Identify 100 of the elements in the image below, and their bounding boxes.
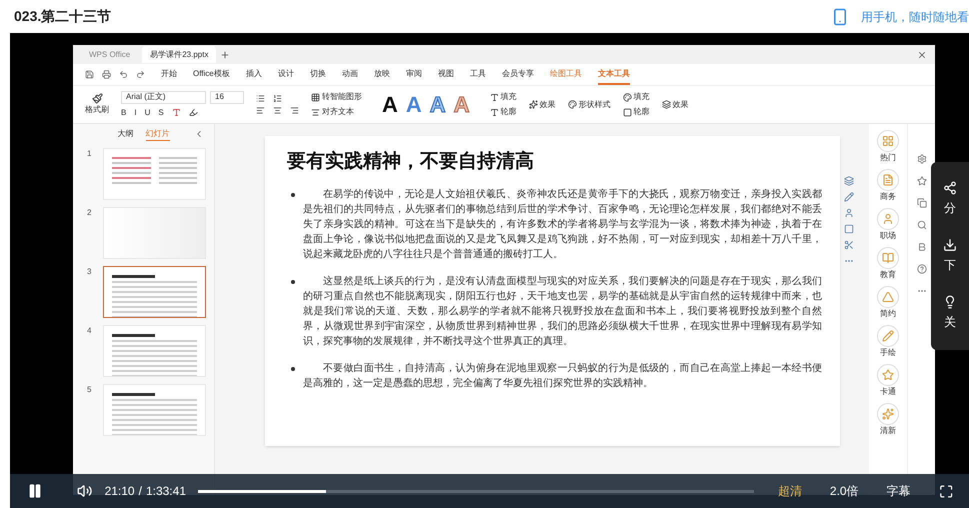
- frame-icon[interactable]: [844, 224, 854, 234]
- slide-number: 1: [87, 148, 92, 160]
- scissors-icon[interactable]: [844, 240, 854, 250]
- format-button[interactable]: I: [134, 106, 137, 118]
- category-icon: [882, 174, 894, 186]
- undo-icon[interactable]: [119, 70, 128, 79]
- ribbon-icon: [490, 108, 499, 116]
- star-icon[interactable]: [916, 176, 926, 186]
- category-icon: [882, 330, 894, 342]
- slide-title: 要有实践精神，不要自持清高: [287, 150, 535, 174]
- ribbon-icon: [311, 92, 320, 102]
- ribbon-icon: [622, 108, 632, 116]
- volume-icon[interactable]: [77, 483, 93, 499]
- slide-paragraph: 在易学的传说中，无论是人文始祖伏羲氏、炎帝神农氏还是黄帝手下的大挠氏，观察万物变迁，亲身投入实践都是先祖们的共同特点，从先驱者们的事物总结到后世的学术争讨、百家争鸣，无论理论怎样发展，我们都绝对不能丢失了亲身实践的精神。可这在当下是缺失的，有许多数术的学者将易学与玄学混为一谈，将数术捧为神迹，执着于在盘面上争论，像说书似地把盘面说的又是龙飞凤舞又是鸡飞狗跳，好不热闹，可一对应到现实，却相差十万八千里，说起来藏龙卧虎的八字往往只是个普普通通的搬砖打工人。: [303, 188, 822, 262]
- new-tab-icon[interactable]: [220, 50, 230, 60]
- settings-icon[interactable]: [916, 154, 926, 164]
- ribbon-icon: [490, 92, 499, 102]
- bold-icon[interactable]: [916, 242, 926, 252]
- speed-button[interactable]: 2.0倍: [830, 482, 859, 500]
- category-icon: [882, 135, 894, 147]
- ribbon-icon: [528, 100, 538, 109]
- document-tab[interactable]: 易学课件23.pptx: [142, 46, 216, 63]
- category-icon: [882, 369, 894, 381]
- menu-tab[interactable]: 动画: [342, 64, 358, 85]
- side-action[interactable]: 关: [943, 295, 957, 332]
- menu-tab[interactable]: 会员专享: [502, 64, 534, 85]
- format-painter-button[interactable]: 格式刷: [85, 93, 109, 116]
- close-icon[interactable]: [917, 50, 927, 60]
- help-icon[interactable]: [916, 264, 926, 274]
- slide-thumbnail[interactable]: [103, 266, 206, 318]
- category-icon: [882, 408, 894, 420]
- ribbon-icon: [622, 92, 632, 102]
- align-center-icon[interactable]: [273, 106, 282, 115]
- subtitles-button[interactable]: 字幕: [886, 482, 911, 500]
- align-left-icon[interactable]: [256, 106, 265, 115]
- person-icon[interactable]: [844, 208, 854, 218]
- text-style-sample[interactable]: A: [406, 94, 422, 116]
- quality-button[interactable]: 超清: [778, 482, 802, 500]
- menu-tab[interactable]: 切换: [310, 64, 326, 85]
- font-field[interactable]: Arial (正文): [121, 90, 206, 104]
- side-action[interactable]: 下: [943, 238, 957, 274]
- slide-number: 2: [87, 207, 92, 219]
- ribbon-button[interactable]: 效果: [662, 98, 689, 110]
- menu-tab[interactable]: 放映: [374, 64, 390, 85]
- ribbon-icon: [311, 108, 320, 116]
- slide-number: 5: [87, 384, 92, 396]
- ribbon-button[interactable]: 填充: [622, 91, 650, 103]
- pencil-icon[interactable]: [844, 192, 854, 202]
- align-right-icon[interactable]: [290, 106, 299, 115]
- font-color-icon[interactable]: [172, 108, 181, 117]
- format-button[interactable]: U: [144, 106, 150, 118]
- redo-icon[interactable]: [136, 70, 145, 79]
- slide-paragraph: 这显然是纸上谈兵的行为，是没有认清盘面模型与现实的对应关系，我们要解决的问题是存在于现实，那么我们的研习重点自然也不能脱离现实，阴阳五行也好，天干地支也罢，易学的基础就是从宇宙自然的运转规律中而来，也就是我们常说的天道、天数，那么易学的学者就不能将只视野投放在盘面和书本上，我们要将视野投放到整个自然界，从微观世界到宇宙深空，从物质世界到精神世界，我们的思路必须纵横大千世界，在现实世界中理解现有易学知识，探究事物的发展规律，并不断找寻这个世界真正的真理。: [303, 274, 822, 348]
- ribbon-button[interactable]: 转智能图形: [311, 91, 362, 103]
- pause-icon: [26, 483, 43, 499]
- print-icon[interactable]: [102, 70, 111, 79]
- ribbon-button[interactable]: 效果: [528, 98, 556, 110]
- progress-track[interactable]: [198, 490, 754, 492]
- text-style-sample[interactable]: A: [382, 94, 398, 116]
- menu-tab[interactable]: 视图: [438, 64, 454, 85]
- current-time: 21:10: [104, 483, 135, 500]
- search-icon[interactable]: [916, 220, 926, 230]
- ribbon-button[interactable]: 填充: [490, 91, 517, 103]
- pane-tab[interactable]: 大纲: [118, 128, 134, 140]
- category-icon: [882, 252, 894, 264]
- video-title: 023.第二十三节: [14, 7, 112, 26]
- ribbon-button[interactable]: 形状样式: [568, 98, 611, 110]
- time-separator: /: [138, 483, 142, 500]
- slide-number: 4: [87, 325, 92, 337]
- slide-paragraph: 不要做白面书生，自持清高，认为俯身在泥地里观察一只蚂蚁的行为是低级的，而自己在高堂上捧起一本经书便是高雅的，这一定是愚蠢的思想，完全偏离了华夏先祖们探究世界的实践精神。: [303, 362, 822, 390]
- menu-tab[interactable]: 审阅: [406, 64, 422, 85]
- side-action[interactable]: 分: [943, 180, 957, 217]
- paintbrush-icon: [92, 93, 102, 104]
- format-button[interactable]: B: [121, 106, 126, 118]
- menu-tab[interactable]: Office模板: [193, 64, 230, 85]
- action-icon: [943, 295, 957, 310]
- copy-icon[interactable]: [916, 198, 926, 208]
- ribbon-icon: [568, 100, 577, 109]
- ribbon-button[interactable]: 对齐文本: [311, 106, 362, 118]
- layers-icon[interactable]: [844, 176, 854, 186]
- menu-tab[interactable]: 开始: [161, 64, 177, 85]
- fullscreen-icon[interactable]: [938, 484, 953, 498]
- menu-tab[interactable]: 工具: [470, 64, 486, 85]
- highlighter-icon[interactable]: [188, 108, 198, 117]
- ribbon-icon: [662, 100, 671, 109]
- category-icon: [882, 291, 894, 303]
- phone-icon: [831, 8, 849, 26]
- ribbon-button[interactable]: 轮廓: [490, 106, 517, 118]
- total-time: 1:33:41: [146, 483, 186, 500]
- format-button[interactable]: S: [158, 106, 164, 118]
- category-icon: [882, 213, 894, 225]
- action-icon: [943, 180, 957, 195]
- font-size-field[interactable]: 16: [210, 90, 244, 104]
- menu-tab[interactable]: 设计: [278, 64, 294, 85]
- slide-number: 3: [87, 266, 92, 278]
- save-icon[interactable]: [85, 70, 94, 79]
- ribbon-button[interactable]: 轮廓: [622, 106, 650, 118]
- numbered-list-icon[interactable]: [273, 94, 282, 103]
- bullet-list-icon[interactable]: [256, 94, 265, 103]
- menu-tab[interactable]: 插入: [246, 64, 262, 85]
